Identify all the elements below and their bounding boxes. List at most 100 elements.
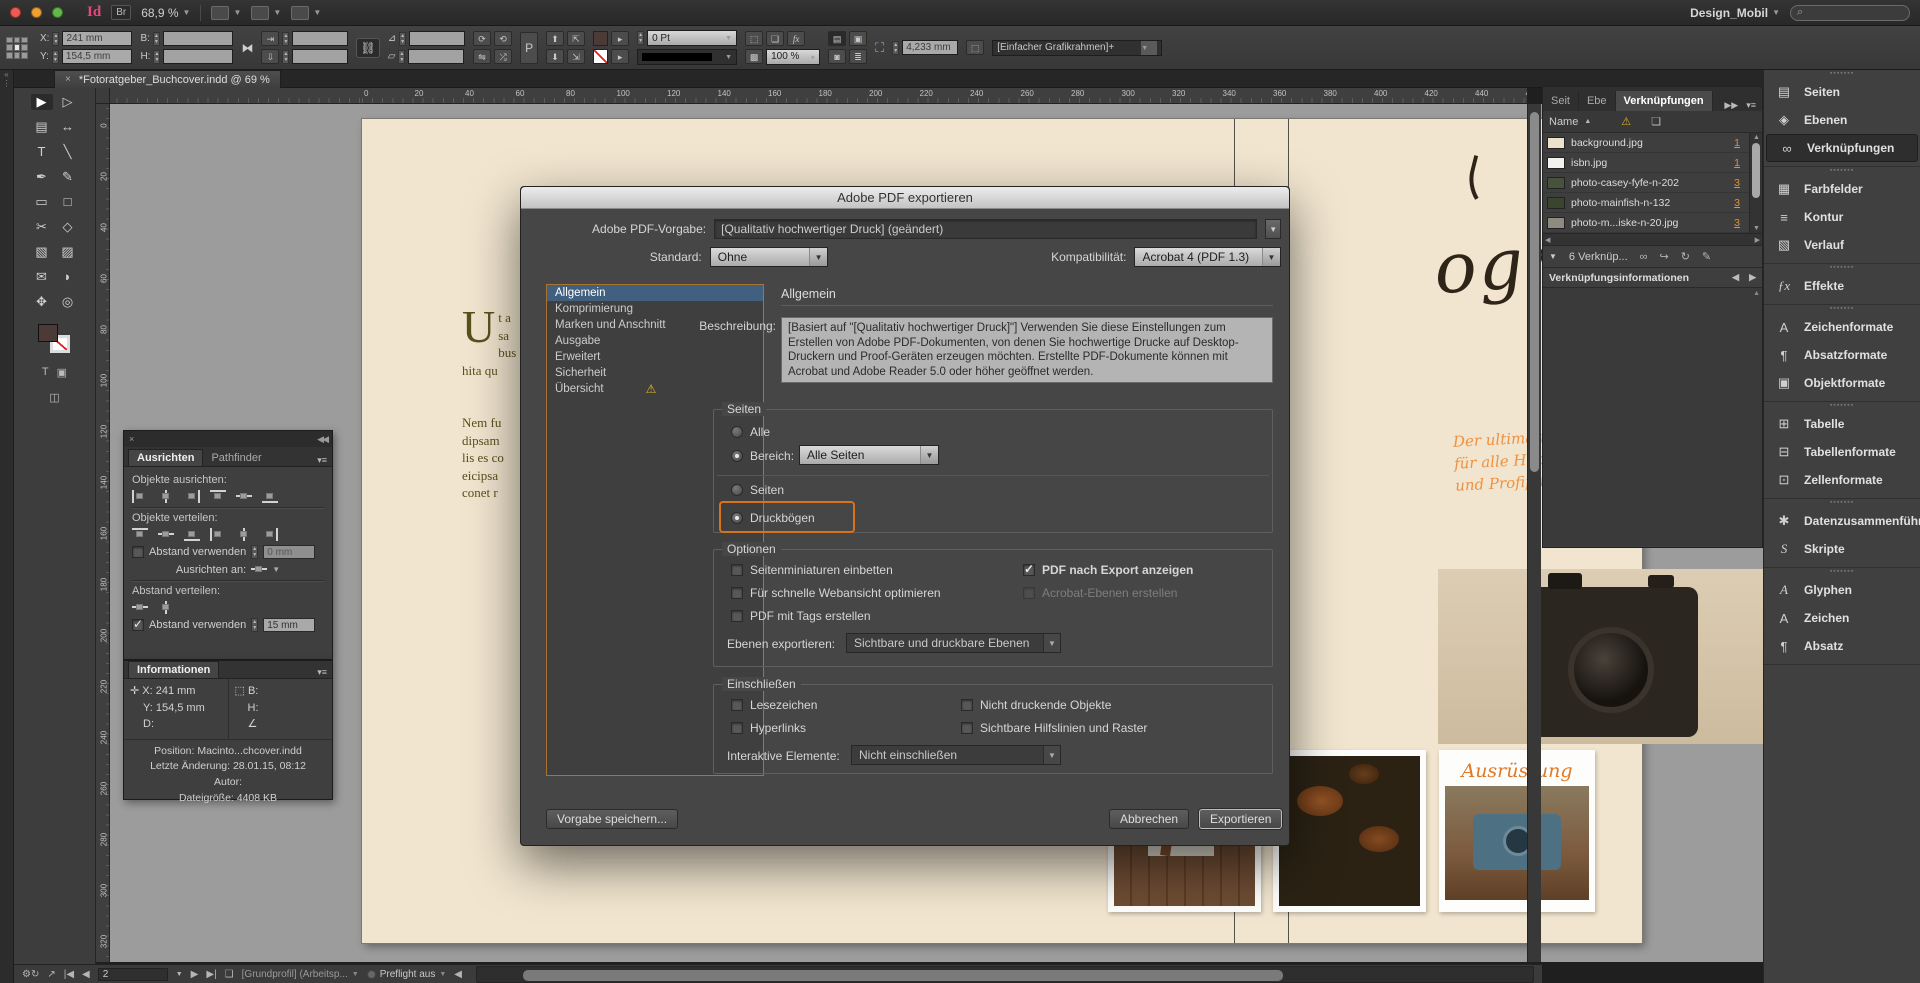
panel-close-icon[interactable]: ×	[129, 434, 134, 444]
rectangle-tool[interactable]: □	[57, 194, 79, 210]
checkbox-hyperlinks[interactable]: Hyperlinks	[731, 721, 806, 735]
live-preflight-icon[interactable]: ⚙↻	[22, 969, 39, 980]
dialog-sidebar-item-sicherheit[interactable]: Sicherheit	[547, 365, 763, 381]
link-scale-icon[interactable]: ⛓	[356, 38, 379, 58]
links-hscrollbar[interactable]: ◀▶	[1543, 233, 1762, 246]
gap-tool[interactable]: ↔	[57, 119, 79, 135]
checkbox-pdf-anzeigen[interactable]: PDF nach Export anzeigen	[1023, 563, 1193, 577]
pencil-tool[interactable]: ✎	[57, 169, 79, 185]
selection-tool[interactable]: ▶	[31, 94, 53, 110]
spacing-stepper-2[interactable]: ▲▼	[251, 618, 258, 632]
vorgabe-speichern-button[interactable]: Vorgabe speichern...	[546, 809, 678, 829]
corner-radius-stepper[interactable]: ▲▼	[892, 41, 899, 55]
name-column-header[interactable]: Name	[1549, 116, 1578, 128]
vorgabe-dropdown-arrow[interactable]: ▼	[1265, 219, 1281, 239]
spacing-field-1[interactable]: 0 mm	[263, 545, 315, 559]
checkbox-hilfslinien[interactable]: Sichtbare Hilfslinien und Raster	[961, 721, 1147, 735]
object-style-dropdown[interactable]: [Einfacher Grafikrahmen]+▼	[992, 40, 1162, 56]
tab-seiten-partial[interactable]: Seit	[1543, 91, 1579, 111]
update-link-icon[interactable]: ↻	[1681, 250, 1690, 263]
checkbox-nicht-druckend[interactable]: Nicht druckende Objekte	[961, 698, 1111, 712]
chevron-down-icon[interactable]: ▼	[176, 971, 183, 978]
align-l-icon[interactable]	[132, 490, 148, 503]
dock-item-zellenformate[interactable]: ⊡Zellenformate	[1764, 466, 1920, 494]
line-tool[interactable]: ╲	[57, 144, 79, 160]
flip-vertical-icon[interactable]: ⤮	[494, 49, 512, 64]
distribute-t-icon[interactable]	[132, 528, 148, 541]
wrap-bounding-icon[interactable]: ▣	[849, 31, 867, 46]
dock-group-grip[interactable]: ▪▪▪▪▪▪▪	[1764, 499, 1920, 507]
dock-group-grip[interactable]: ▪▪▪▪▪▪▪	[1764, 568, 1920, 576]
direct-selection-tool[interactable]: ▷	[57, 94, 79, 110]
checkbox-lesezeichen[interactable]: Lesezeichen	[731, 698, 817, 712]
page-number-field[interactable]: 2	[98, 968, 168, 981]
panel-menu-icon[interactable]: ▾≡	[1746, 100, 1756, 111]
bridge-button[interactable]: Br	[111, 5, 131, 20]
height-stepper[interactable]: ▲▼	[153, 50, 160, 64]
page-column-icon[interactable]: ❏	[1651, 115, 1661, 128]
align-to-icon[interactable]	[251, 563, 267, 576]
eyedropper-tool[interactable]: ◗	[57, 269, 79, 285]
constrain-proportions-icon[interactable]: ⧓	[241, 41, 253, 55]
workspace-switcher[interactable]: Design_Mobil▼	[1690, 6, 1780, 20]
dock-item-effekte[interactable]: ƒxEffekte	[1764, 272, 1920, 300]
dock-item-glyphen[interactable]: AGlyphen	[1764, 576, 1920, 604]
arrange-documents-dropdown[interactable]: ▼	[291, 6, 321, 20]
scale-y-stepper[interactable]: ▲▼	[282, 50, 289, 64]
width-stepper[interactable]: ▲▼	[153, 32, 160, 46]
screen-mode-dropdown[interactable]: ▼	[251, 6, 281, 20]
dock-group-grip[interactable]: ▪▪▪▪▪▪▪	[1764, 70, 1920, 78]
drop-shadow-icon[interactable]: ❏	[766, 31, 784, 46]
panel-collapse-icon[interactable]: ◀◀	[317, 434, 327, 445]
link-row[interactable]: photo-m...iske-n-20.jpg3	[1543, 213, 1762, 233]
frame-fitting-icon[interactable]: ⛶	[875, 40, 884, 56]
select-previous-object-icon[interactable]: ⬆	[546, 31, 564, 46]
stroke-weight-stepper[interactable]: ▲▼	[637, 31, 644, 45]
opacity-field[interactable]: 100 %▸	[766, 49, 820, 65]
spacing-stepper-1[interactable]: ▲▼	[251, 545, 258, 559]
distribute-ch-icon[interactable]	[236, 528, 252, 541]
dock-item-zeichenformate[interactable]: AZeichenformate	[1764, 313, 1920, 341]
tab-informationen[interactable]: Informationen	[128, 661, 219, 678]
link-row[interactable]: photo-casey-fyfe-n-2023	[1543, 173, 1762, 193]
dock-item-seiten[interactable]: ▤Seiten	[1764, 78, 1920, 106]
opacity-icon[interactable]: ▩	[745, 49, 763, 64]
close-icon[interactable]: ×	[65, 74, 71, 85]
width-field[interactable]	[163, 31, 233, 46]
fill-stroke-indicator[interactable]	[38, 324, 72, 354]
stroke-weight-dropdown[interactable]: 0 Pt▼	[647, 30, 737, 46]
align-b-icon[interactable]	[262, 490, 278, 503]
dialog-sidebar-item-komprimierung[interactable]: Komprimierung	[547, 301, 763, 317]
warning-column-icon[interactable]: ⚠	[1621, 115, 1631, 128]
dialog-sidebar-item-ausgabe[interactable]: Ausgabe	[547, 333, 763, 349]
expand-panel-icon[interactable]: ▶▶	[1724, 100, 1738, 111]
preflight-status[interactable]: Preflight aus▼	[367, 969, 447, 980]
dock-item-objektformate[interactable]: ▣Objektformate	[1764, 369, 1920, 397]
shear-field[interactable]	[408, 49, 464, 64]
dock-group-grip[interactable]: ▪▪▪▪▪▪▪	[1764, 167, 1920, 175]
fill-color-swatch[interactable]	[593, 31, 608, 46]
next-link-icon[interactable]: ▶	[1749, 272, 1756, 283]
fill-swatch[interactable]	[38, 324, 58, 342]
goto-link-icon[interactable]: ↪	[1659, 250, 1668, 263]
next-page-icon[interactable]: ▶	[191, 969, 199, 980]
window-minimize-button[interactable]	[31, 7, 42, 18]
page-tool[interactable]: ▤	[31, 119, 53, 135]
fill-flyout-icon[interactable]: ▸	[611, 31, 629, 46]
zoom-level-dropdown[interactable]: 68,9 %▼	[141, 6, 190, 20]
flip-horizontal-icon[interactable]: ⇋	[473, 49, 491, 64]
wrap-object-icon[interactable]: ◙	[828, 49, 846, 64]
last-page-icon[interactable]: ▶|	[206, 969, 216, 980]
wrap-jump-icon[interactable]: ≣	[849, 49, 867, 64]
x-field[interactable]: 241 mm	[62, 31, 132, 46]
window-zoom-button[interactable]	[52, 7, 63, 18]
y-stepper[interactable]: ▲▼	[52, 50, 59, 64]
ebenen-exportieren-dropdown[interactable]: Sichtbare und druckbare Ebenen▼	[846, 633, 1061, 653]
wrap-none-icon[interactable]: ▤	[828, 31, 846, 46]
prev-link-icon[interactable]: ◀	[1732, 272, 1739, 283]
scissors-tool[interactable]: ✂	[31, 219, 53, 235]
note-tool[interactable]: ✉	[31, 269, 53, 285]
select-next-object-icon[interactable]: ⬇	[546, 49, 564, 64]
dock-group-grip[interactable]: ▪▪▪▪▪▪▪	[1764, 264, 1920, 272]
window-close-button[interactable]	[10, 7, 21, 18]
